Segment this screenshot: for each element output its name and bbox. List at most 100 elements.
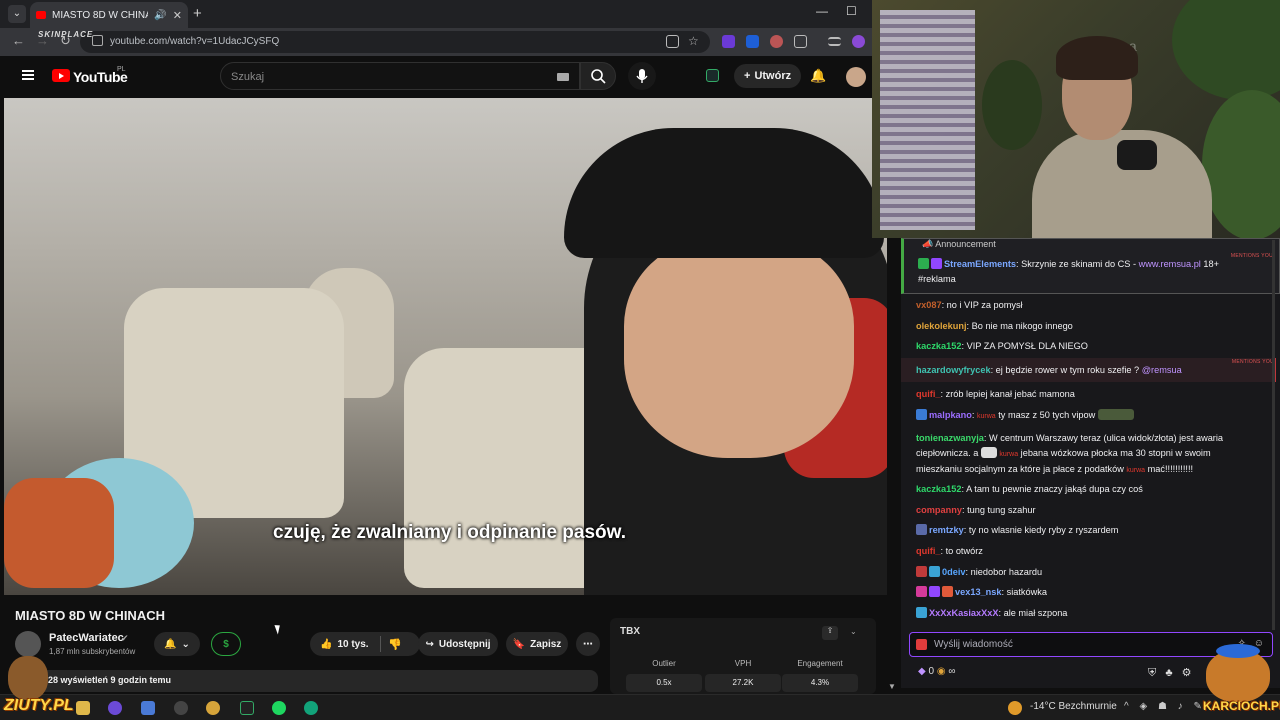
gear-icon[interactable]: ⚙ <box>1182 667 1192 679</box>
channel-avatar[interactable] <box>15 631 41 657</box>
chat-link[interactable]: www.remsua.pl <box>1139 259 1201 269</box>
calendar-icon[interactable] <box>141 701 155 715</box>
chat-text: Bo nie ma nikogo innego <box>971 321 1073 331</box>
chatgpt-icon[interactable] <box>304 701 318 715</box>
shield-icon[interactable]: ⛨ <box>1148 667 1156 679</box>
share-label: Udostępnij <box>438 638 491 650</box>
maximize-window-button[interactable]: ☐ <box>846 4 857 18</box>
badge-icon <box>931 258 942 269</box>
share-arrow-icon: ↪ <box>425 638 434 650</box>
browser-tab-active[interactable]: MIASTO 8D W CHINACH - YouTube 🔊 ✕ <box>30 2 188 28</box>
minimize-window-button[interactable]: — <box>816 4 828 18</box>
chat-text: tung tung szahur <box>967 505 1036 515</box>
address-bar[interactable]: youtube.com/watch?v=1UdacJCySFQ <box>80 31 710 53</box>
chat-username[interactable]: 0deiv <box>942 567 966 577</box>
site-info-icon[interactable] <box>92 35 103 46</box>
new-tab-button[interactable]: + <box>193 5 202 22</box>
chat-message: hazardowyfrycek: ej będzie rower w tym r… <box>916 365 1182 375</box>
keyboard-icon[interactable] <box>557 73 569 81</box>
channel-name[interactable]: PatecWariatec <box>49 632 124 644</box>
back-arrow-icon[interactable]: ← <box>12 33 25 48</box>
subscription-bell-button[interactable]: 🔔 ⌄ <box>154 632 200 656</box>
bookmark-star-icon[interactable]: ☆ <box>688 34 699 48</box>
chat-scrollbar[interactable] <box>1272 240 1275 630</box>
chat-message: quifi_: to otwórz <box>916 546 983 556</box>
install-app-icon[interactable] <box>666 35 679 48</box>
badge-icon <box>916 566 927 577</box>
like-button[interactable]: 👍 10 tys. 👎 <box>310 632 420 656</box>
search-input[interactable]: Szukaj <box>220 62 580 90</box>
join-membership-button[interactable]: $ <box>211 632 241 656</box>
close-tab-icon[interactable]: ✕ <box>173 9 182 22</box>
chat-username[interactable]: StreamElements <box>944 259 1016 269</box>
scroll-down-arrow-icon[interactable]: ▼ <box>888 682 896 691</box>
extension-twitch-icon[interactable] <box>722 35 735 48</box>
stream-app-icon[interactable] <box>240 701 254 715</box>
chat-username[interactable]: hazardowyfrycek <box>916 365 991 375</box>
app-icon[interactable] <box>108 701 122 715</box>
video-subtitle: czuję, że zwalniamy i odpinanie pasów. <box>273 522 626 543</box>
webcam-plant <box>1202 90 1280 238</box>
tab-search-icon[interactable]: ⌄ <box>8 5 26 23</box>
voice-search-button[interactable] <box>628 62 656 90</box>
like-divider <box>380 636 381 652</box>
chat-username[interactable]: quifi_ <box>916 546 941 556</box>
reading-list-icon[interactable] <box>828 37 841 46</box>
profile-avatar-icon[interactable] <box>852 35 865 48</box>
chat-username[interactable]: quifi_ <box>916 389 941 399</box>
obs-icon[interactable] <box>174 701 188 715</box>
notifications-bell-icon[interactable]: 🔔 <box>810 68 826 84</box>
chat-username[interactable]: kaczka152 <box>916 484 961 494</box>
extension-red-icon[interactable] <box>770 35 783 48</box>
menu-hamburger-icon[interactable] <box>22 70 34 80</box>
chat-message: malpkano: kurwa ty masz z 50 tych vipow <box>916 408 1256 425</box>
chat-text: ej będzie rower w tym roku szefie ? <box>995 365 1142 375</box>
chat-input-placeholder: Wyślij wiadomość <box>934 639 1013 650</box>
chat-username[interactable]: XxXxKasiaxXxX <box>929 608 998 618</box>
account-avatar[interactable] <box>846 67 866 87</box>
chat-username[interactable]: malpkano <box>929 410 972 420</box>
search-button[interactable] <box>580 62 616 90</box>
thumbs-down-icon[interactable]: 👎 <box>388 638 402 651</box>
spotify-icon[interactable] <box>272 701 286 715</box>
chat-username[interactable]: companny <box>916 505 962 515</box>
plus-icon: + <box>744 70 751 82</box>
chat-message: vex13_nsk: siatkówka <box>916 585 1256 600</box>
youtube-logo-icon[interactable] <box>52 69 70 82</box>
chat-username[interactable]: vx087 <box>916 300 942 310</box>
chat-username[interactable]: remtzky <box>929 525 964 535</box>
chat-username[interactable]: olekolekunj <box>916 321 967 331</box>
tab-title: MIASTO 8D W CHINACH - YouTube <box>52 9 148 21</box>
extension-tbx-icon[interactable] <box>706 69 719 82</box>
extensions-puzzle-icon[interactable] <box>794 35 807 48</box>
speaker-icon[interactable]: 🔊 <box>154 10 166 21</box>
chat-text: no i VIP za pomysł <box>946 300 1023 310</box>
chrome-icon[interactable] <box>206 701 220 715</box>
chat-username[interactable]: vex13_nsk <box>955 587 1002 597</box>
chat-username[interactable]: tonienazwanyja <box>916 433 984 443</box>
save-button[interactable]: 🔖 Zapisz <box>506 632 568 656</box>
more-actions-button[interactable]: ⋯ <box>576 632 600 656</box>
hype-icon[interactable]: ♣ <box>1165 667 1172 679</box>
badge-icon <box>916 586 927 597</box>
extension-audio-icon[interactable] <box>746 35 759 48</box>
stream-chat: 📣 Announcement MENTIONS YOU StreamElemen… <box>901 238 1280 688</box>
chat-message: olekolekunj: Bo nie ma nikogo innego <box>916 321 1073 331</box>
file-explorer-icon[interactable] <box>76 701 90 715</box>
system-tray-icons[interactable]: ^ ◈ ☗ ♪ ✎ <box>1124 701 1206 712</box>
skinplace-overlay-logo: SKINPLACE <box>38 30 94 39</box>
video-player[interactable]: czuję, że zwalniamy i odpinanie pasów. <box>4 98 887 595</box>
open-external-icon[interactable]: ⇪ <box>822 626 838 640</box>
collapse-chevron-icon[interactable]: ⌄ <box>850 627 857 636</box>
channel-points[interactable]: ◆ 0 ◉ ∞ <box>918 666 955 677</box>
pinned-announcement[interactable]: 📣 Announcement MENTIONS YOU StreamElemen… <box>901 238 1280 294</box>
share-button[interactable]: ↪ Udostępnij <box>418 632 498 656</box>
webcam-plant <box>982 60 1042 150</box>
chat-mention[interactable]: @remsua <box>1142 365 1182 375</box>
chat-text: ale miał szpona <box>1003 608 1068 618</box>
webcam-microphone <box>1117 140 1157 170</box>
weather-text[interactable]: -14°C Bezchmurnie <box>1030 701 1117 712</box>
gift-icon: ◉ <box>936 666 946 677</box>
create-button[interactable]: + Utwórz <box>734 64 802 88</box>
chat-username[interactable]: kaczka152 <box>916 341 961 351</box>
